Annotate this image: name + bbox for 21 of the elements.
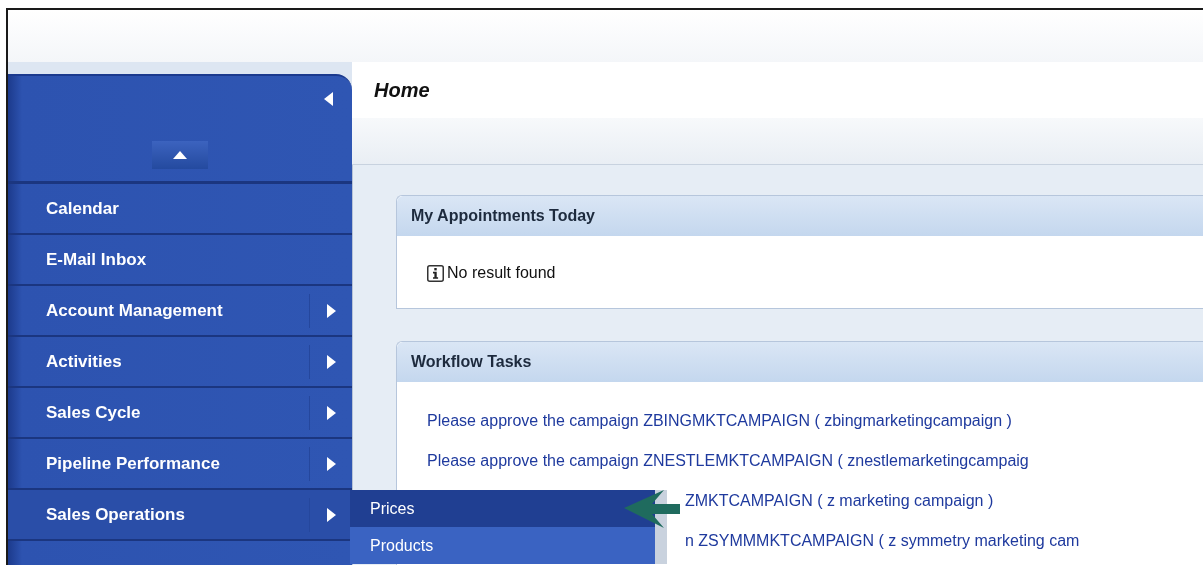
task-link[interactable]: ZMKTCAMPAIGN ( z marketing campaign ) [685,492,994,510]
pointer-arrow-drawing [622,488,680,530]
panel-header: Workflow Tasks [397,342,1203,382]
task-link[interactable]: n ZSYMMMKTCAMPAIGN ( z symmetry marketing cam [685,532,1080,550]
submenu-arrow-icon [326,405,336,420]
panel-header: My Appointments Today [397,196,1203,236]
submenu-arrow-icon [326,456,336,471]
submenu-item[interactable]: Prices [350,490,655,527]
collapse-button[interactable] [324,92,334,106]
task-link[interactable]: Please approve the campaign ZBINGMKTCAMPAIGN ( zbingmarketingcampaign ) [427,412,1012,430]
scroll-up-button[interactable] [152,141,208,169]
submenu-arrow-icon [326,354,336,369]
collapse-icon [324,92,333,106]
submenu-arrow-icon [326,507,336,522]
empty-message: No result found [447,264,556,282]
nav-item[interactable]: Sales Operations [8,490,352,541]
info-icon [427,264,444,282]
task-link[interactable]: Please approve the campaign ZNESTLEMKTCAMPAIGN ( znestlemarketingcampaig [427,452,1029,470]
page-title: Home [374,78,430,102]
submenu-arrow-icon [326,303,336,318]
up-arrow-icon [173,151,187,159]
